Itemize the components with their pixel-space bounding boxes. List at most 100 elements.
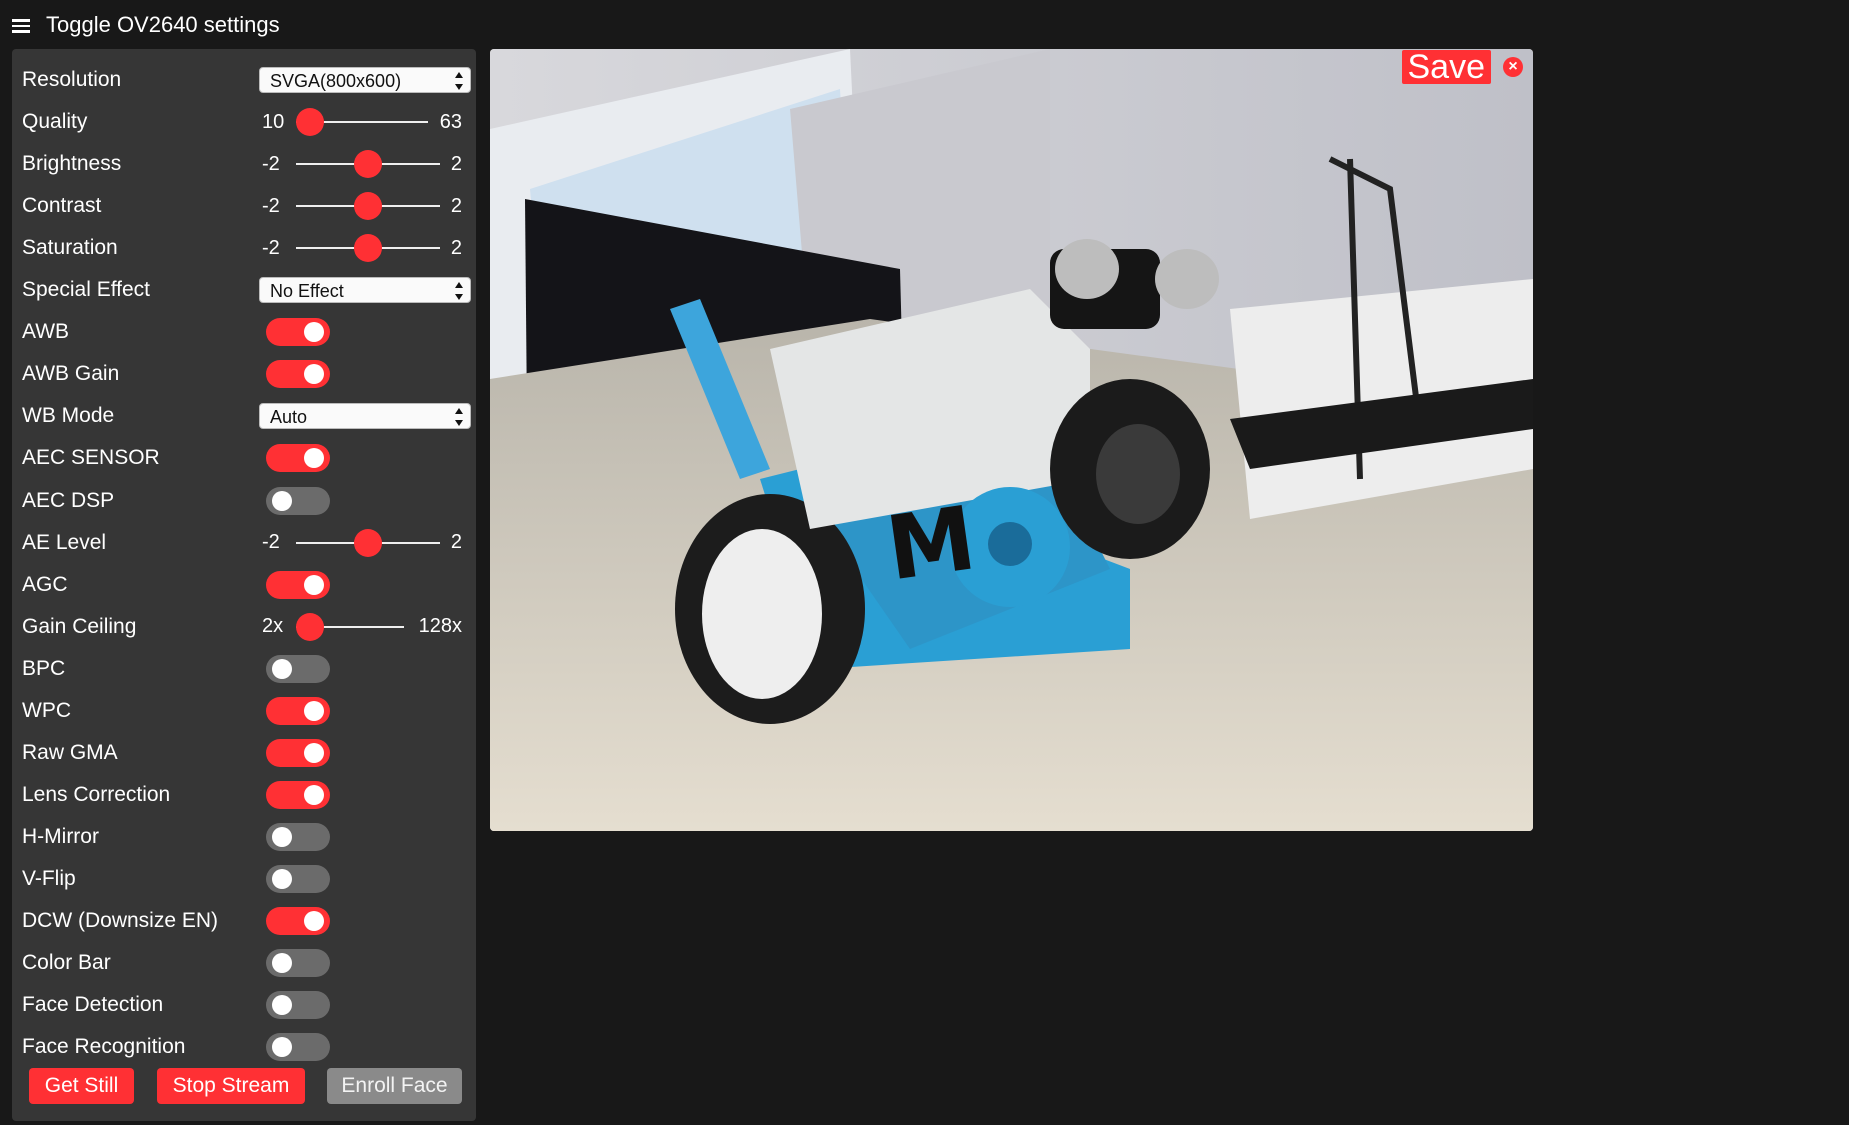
get-still-button[interactable]: Get Still [29, 1068, 134, 1104]
slider-max-label: 2 [450, 152, 462, 175]
aec-dsp-toggle[interactable] [266, 486, 330, 515]
lens-correction-toggle[interactable] [266, 780, 330, 809]
face-detection-toggle[interactable] [266, 991, 330, 1020]
setting-row-contrast: Contrast -2 2 [22, 189, 466, 223]
quality-slider-thumb[interactable] [296, 108, 324, 137]
gain-ceiling-slider-thumb[interactable] [296, 612, 324, 641]
setting-label: AWB [22, 320, 70, 344]
setting-row-awb-gain: AWB Gain [22, 357, 466, 391]
setting-label: Gain Ceiling [22, 614, 137, 638]
setting-label: Quality [22, 110, 88, 134]
toggle-knob [272, 995, 292, 1016]
select-value: SVGA(800x600) [270, 71, 402, 91]
brightness-slider-thumb[interactable] [354, 150, 382, 179]
svg-text:M: M [880, 486, 981, 600]
setting-label: AWB Gain [22, 362, 120, 386]
toggle-knob [272, 953, 292, 974]
setting-row-bpc: BPC [22, 652, 466, 686]
updown-arrows-icon [454, 71, 464, 91]
setting-label: AE Level [22, 530, 107, 554]
ae-level-slider-thumb[interactable] [354, 528, 382, 557]
setting-row-quality: Quality 10 63 [22, 105, 466, 139]
toggle-knob [304, 742, 324, 763]
contrast-slider-thumb[interactable] [354, 192, 382, 221]
v-flip-toggle[interactable] [266, 864, 330, 893]
enroll-face-button[interactable]: Enroll Face [327, 1068, 462, 1104]
wb-mode-select[interactable]: Auto [259, 403, 471, 430]
raw-gma-toggle[interactable] [266, 738, 330, 767]
toggle-knob [272, 826, 292, 847]
setting-row-h-mirror: H-Mirror [22, 820, 466, 854]
slider-min-label: -2 [262, 194, 280, 217]
slider-min-label: -2 [262, 152, 280, 175]
agc-toggle[interactable] [266, 570, 330, 599]
toggle-knob [304, 364, 324, 385]
setting-row-resolution: Resolution SVGA(800x600) [22, 63, 471, 97]
setting-row-lens-correction: Lens Correction [22, 778, 466, 812]
menu-icon [12, 16, 30, 36]
resolution-select[interactable]: SVGA(800x600) [259, 67, 471, 93]
toggle-knob [272, 658, 292, 679]
stop-stream-button[interactable]: Stop Stream [157, 1068, 305, 1104]
awb-toggle[interactable] [266, 318, 330, 347]
slider-max-label: 2 [450, 531, 462, 554]
dcw-downsize-en-toggle[interactable] [266, 907, 330, 935]
setting-row-saturation: Saturation -2 2 [22, 231, 466, 265]
setting-row-aec-sensor: AEC SENSOR [22, 441, 466, 475]
wpc-toggle[interactable] [266, 696, 330, 725]
setting-label: Contrast [22, 194, 102, 218]
slider-min-label: -2 [262, 236, 280, 259]
setting-label: WB Mode [22, 404, 115, 428]
setting-label: Special Effect [22, 278, 151, 302]
face-recognition-toggle[interactable] [266, 1033, 330, 1062]
setting-row-aec-dsp: AEC DSP [22, 484, 466, 518]
setting-label: Color Bar [22, 951, 111, 975]
setting-label: H-Mirror [22, 824, 99, 848]
setting-label: Brightness [22, 152, 122, 176]
setting-row-face-recognition: Face Recognition [22, 1030, 466, 1064]
toggle-knob [304, 574, 324, 595]
setting-label: Resolution [22, 68, 122, 91]
setting-label: Lens Correction [22, 782, 171, 806]
slider-max-label: 2 [450, 236, 462, 259]
setting-row-gain-ceiling: Gain Ceiling 2x 128x [22, 610, 466, 644]
setting-label: Face Recognition [22, 1035, 186, 1059]
saturation-slider-thumb[interactable] [354, 234, 382, 263]
setting-label: V-Flip [22, 866, 76, 890]
setting-row-awb: AWB [22, 315, 466, 349]
setting-label: AEC SENSOR [22, 446, 160, 470]
color-bar-toggle[interactable] [266, 949, 330, 978]
setting-label: Saturation [22, 236, 118, 260]
slider-min-label: -2 [262, 531, 280, 554]
close-stream-button[interactable]: × [1503, 57, 1523, 77]
slider-min-label: 10 [262, 110, 285, 133]
select-value: No Effect [270, 281, 344, 302]
toggle-knob [304, 700, 324, 721]
slider-max-label: 2 [450, 194, 462, 217]
bpc-toggle[interactable] [266, 654, 330, 683]
toggle-knob [304, 448, 324, 469]
setting-label: DCW (Downsize EN) [22, 909, 219, 932]
h-mirror-toggle[interactable] [266, 822, 330, 851]
setting-label: BPC [22, 656, 66, 680]
aec-sensor-toggle[interactable] [266, 444, 330, 473]
setting-row-color-bar: Color Bar [22, 946, 466, 980]
setting-row-wpc: WPC [22, 694, 466, 728]
special-effect-select[interactable]: No Effect [259, 277, 471, 304]
setting-row-face-detection: Face Detection [22, 988, 466, 1022]
setting-row-brightness: Brightness -2 2 [22, 147, 466, 181]
select-value: Auto [270, 407, 308, 428]
updown-arrows-icon [454, 281, 464, 301]
toggle-knob [304, 322, 324, 343]
setting-label: AEC DSP [22, 488, 115, 512]
camera-stream: M Save × [490, 49, 1533, 831]
toggle-settings-header[interactable]: Toggle OV2640 settings [12, 8, 280, 42]
save-button[interactable]: Save [1401, 50, 1491, 84]
setting-row-wb-mode: WB Mode Auto [22, 399, 471, 433]
setting-label: AGC [22, 572, 68, 596]
setting-row-ae-level: AE Level -2 2 [22, 526, 466, 560]
setting-row-special-effect: Special Effect No Effect [22, 273, 471, 307]
awb-gain-toggle[interactable] [266, 360, 330, 389]
setting-label: Face Detection [22, 993, 164, 1017]
setting-row-dcw-downsize-en: DCW (Downsize EN) [22, 904, 466, 938]
